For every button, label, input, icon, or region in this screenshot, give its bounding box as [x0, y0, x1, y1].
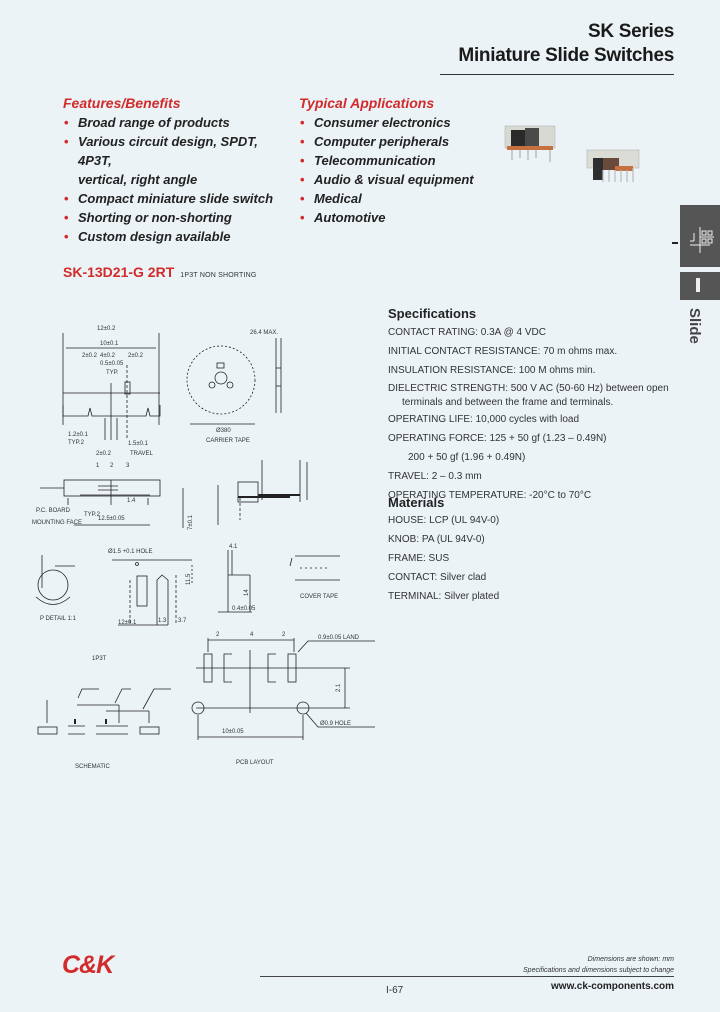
switch-photo-vertical [504, 125, 556, 162]
dim-label: 12.5±0.05 [98, 516, 125, 522]
material-line: TERMINAL: Silver plated [388, 591, 500, 602]
reel-view [186, 338, 282, 425]
pin-label: 1 [96, 463, 100, 469]
spec-line: CONTACT RATING: 0.3A @ 4 VDC [388, 327, 546, 338]
dim-label: P.C. BOARD [36, 508, 71, 514]
side-tab-category[interactable] [680, 205, 720, 267]
dim-label: TYP.2 [68, 440, 85, 446]
slide-switch-schematic-icon [690, 227, 714, 253]
pin-label: 3 [126, 463, 130, 469]
dim-label: 2 [216, 632, 220, 638]
dim-label: 1.2±0.1 [68, 432, 89, 438]
product-photo [504, 125, 640, 182]
spec-line: 200 + 50 gf (1.96 + 0.49N) [408, 452, 526, 463]
side-tab-marker [672, 242, 678, 244]
dim-label: 2±0.2 [96, 451, 112, 457]
schematic-diagram [37, 688, 171, 735]
tape-detail [112, 559, 193, 626]
materials-heading: Materials [388, 495, 445, 510]
page-number: I-67 [386, 985, 404, 996]
dim-label: Ø1.5 +0.1 HOLE [108, 549, 153, 555]
dim-label: 12±0.1 [118, 620, 137, 626]
ck-logo: C&K [62, 951, 114, 979]
dim-label: P DETAIL 1:1 [40, 616, 77, 622]
spec-line: terminals and between the frame and term… [402, 397, 614, 408]
dim-label: 4 [250, 632, 254, 638]
top-view [62, 333, 161, 440]
cover-tape-view [289, 555, 340, 581]
letter-i-glyph [696, 278, 700, 292]
technical-drawing: 12±0.2 10±0.1 2±0.2 4±0.2 2±0.2 0.5±0.05… [32, 326, 375, 770]
spec-line: INITIAL CONTACT RESISTANCE: 70 m ohms ma… [388, 346, 618, 357]
dim-label: 4±0.2 [100, 353, 116, 359]
dim-label: 0.5±0.05 [100, 361, 124, 367]
pcb-caption: PCB LAYOUT [236, 760, 274, 766]
pin-label: 2 [110, 463, 114, 469]
dim-label: 1.4 [127, 498, 136, 504]
footer-divider [260, 976, 674, 977]
side-tab-letter[interactable] [680, 272, 720, 300]
dim-label: 0.9±0.05 LAND [318, 635, 360, 641]
spec-line: TRAVEL: 2 – 0.3 mm [388, 471, 482, 482]
dim-label: 1.5±0.1 [128, 441, 149, 447]
spec-line: OPERATING FORCE: 125 + 50 gf (1.23 – 0.4… [388, 433, 607, 444]
dim-label: 2 [282, 632, 286, 638]
right-angle-view [217, 460, 308, 525]
spec-line: DIELECTRIC STRENGTH: 500 V AC (50-60 Hz)… [388, 383, 669, 394]
dim-label: 0.4±0.05 [232, 606, 256, 612]
footer-note: Dimensions are shown: mm Specifications … [523, 954, 674, 976]
footer-note-line: Dimensions are shown: mm [587, 956, 674, 963]
page-title: Miniature Slide Switches [458, 45, 674, 66]
dim-label: TYP. [106, 370, 119, 376]
schematic-caption: SCHEMATIC [75, 764, 111, 770]
elevation-view [218, 550, 252, 613]
side-tab-label: Slide [686, 308, 703, 344]
dim-label: 26.4 MAX. [250, 330, 278, 336]
title-divider [440, 74, 674, 75]
dim-label: 2.1 [336, 683, 342, 692]
dim-label: 1.3 [158, 618, 167, 624]
p-detail [35, 555, 75, 605]
schematic-title: 1P3T [92, 656, 107, 662]
materials-section: Materials HOUSE: LCP (UL 94V-0) KNOB: PA… [388, 495, 678, 606]
material-line: HOUSE: LCP (UL 94V-0) [388, 515, 500, 526]
dim-label: Ø0.9 HOLE [320, 721, 351, 727]
specifications-section: Specifications CONTACT RATING: 0.3A @ 4 … [388, 306, 678, 505]
series-title: SK Series [587, 21, 674, 42]
dim-label: 4.1 [229, 544, 238, 550]
page-header: SK Series Miniature Slide Switches [458, 20, 674, 68]
spec-line: OPERATING LIFE: 10,000 cycles with load [388, 414, 580, 425]
spec-line: INSULATION RESISTANCE: 100 M ohms min. [388, 365, 596, 376]
dim-label: 10±0.05 [222, 729, 244, 735]
dim-label: 12±0.2 [97, 326, 116, 332]
dim-label: 11.5 [186, 573, 192, 585]
dim-label: 2±0.2 [82, 353, 98, 359]
dim-label: TRAVEL [130, 451, 154, 457]
material-line: KNOB: PA (UL 94V-0) [388, 534, 485, 545]
dim-label: Ø380 [216, 428, 231, 434]
dim-label: 10±0.1 [100, 341, 119, 347]
switch-photo-right-angle [586, 149, 640, 182]
website-link[interactable]: www.ck-components.com [551, 981, 674, 992]
dim-label: CARRIER TAPE [206, 438, 250, 444]
dim-label: 2±0.2 [128, 353, 144, 359]
dim-label: 14 [244, 589, 250, 596]
dim-label: 3.7 [178, 618, 187, 624]
dim-label: MOUNTING FACE [32, 520, 82, 526]
material-line: CONTACT: Silver clad [388, 572, 487, 583]
dim-label: 7±0.1 [188, 514, 194, 530]
material-line: FRAME: SUS [388, 553, 450, 564]
footer-note-line: Specifications and dimensions subject to… [523, 967, 674, 974]
specifications-heading: Specifications [388, 306, 477, 321]
dim-label: COVER TAPE [300, 594, 338, 600]
